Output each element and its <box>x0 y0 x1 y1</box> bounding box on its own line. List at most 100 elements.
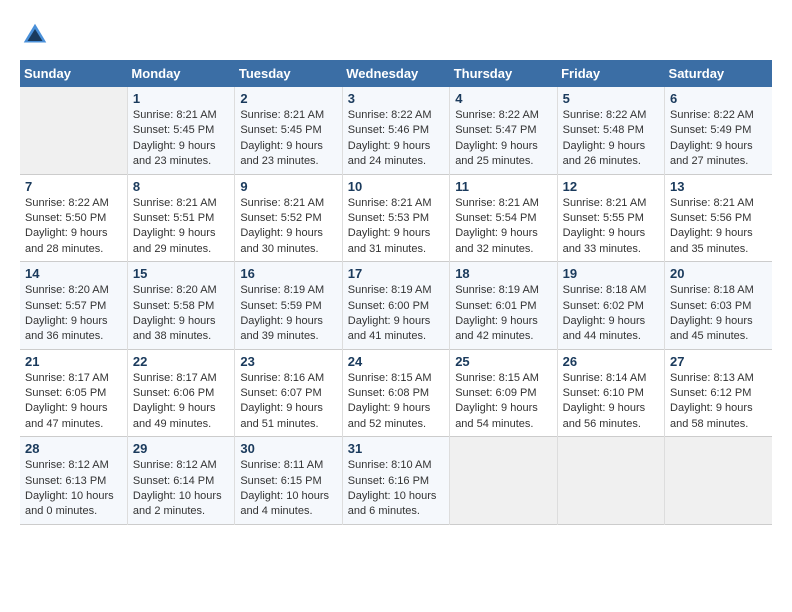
day-content: Sunrise: 8:22 AMSunset: 5:46 PMDaylight:… <box>348 108 444 170</box>
day-number: 15 <box>133 266 229 281</box>
day-content: Sunrise: 8:17 AMSunset: 6:05 PMDaylight:… <box>25 371 122 433</box>
day-cell <box>665 437 772 525</box>
day-cell: 9 Sunrise: 8:21 AMSunset: 5:52 PMDaylight… <box>235 174 342 262</box>
week-row-2: 7 Sunrise: 8:22 AMSunset: 5:50 PMDaylight… <box>20 174 772 262</box>
day-cell: 14Sunrise: 8:20 AMSunset: 5:57 PMDayligh… <box>20 262 127 350</box>
weekday-header-friday: Friday <box>557 60 664 87</box>
day-cell: 21 Sunrise: 8:17 AMSunset: 6:05 PMDayligh… <box>20 349 127 437</box>
weekday-header-wednesday: Wednesday <box>342 60 449 87</box>
day-number: 20 <box>670 266 767 281</box>
day-cell: 19 Sunrise: 8:18 AMSunset: 6:02 PMDayligh… <box>557 262 664 350</box>
day-cell: 4 Sunrise: 8:22 AMSunset: 5:47 PMDaylight… <box>450 87 557 174</box>
day-number: 2 <box>240 91 336 106</box>
day-cell: 3 Sunrise: 8:22 AMSunset: 5:46 PMDaylight… <box>342 87 449 174</box>
day-content: Sunrise: 8:16 AMSunset: 6:07 PMDaylight:… <box>240 371 336 433</box>
day-number: 31 <box>348 441 444 456</box>
day-content: Sunrise: 8:21 AMSunset: 5:56 PMDaylight:… <box>670 196 767 258</box>
weekday-header-sunday: Sunday <box>20 60 127 87</box>
day-number: 13 <box>670 179 767 194</box>
day-number: 21 <box>25 354 122 369</box>
day-content: Sunrise: 8:18 AMSunset: 6:02 PMDaylight:… <box>563 283 659 345</box>
day-number: 3 <box>348 91 444 106</box>
day-content: Sunrise: 8:21 AMSunset: 5:54 PMDaylight:… <box>455 196 551 258</box>
calendar-table: SundayMondayTuesdayWednesdayThursdayFrid… <box>20 60 772 525</box>
day-number: 5 <box>563 91 659 106</box>
day-cell: 13 Sunrise: 8:21 AMSunset: 5:56 PMDayligh… <box>665 174 772 262</box>
day-content: Sunrise: 8:21 AMSunset: 5:55 PMDaylight:… <box>563 196 659 258</box>
day-content: Sunrise: 8:21 AMSunset: 5:45 PMDaylight:… <box>133 108 229 170</box>
day-cell: 6 Sunrise: 8:22 AMSunset: 5:49 PMDaylight… <box>665 87 772 174</box>
day-cell <box>557 437 664 525</box>
day-cell: 29 Sunrise: 8:12 AMSunset: 6:14 PMDayligh… <box>127 437 234 525</box>
day-number: 30 <box>240 441 336 456</box>
day-number: 8 <box>133 179 229 194</box>
day-cell: 27Sunrise: 8:13 AMSunset: 6:12 PMDayligh… <box>665 349 772 437</box>
day-number: 27 <box>670 354 767 369</box>
day-cell: 28Sunrise: 8:12 AMSunset: 6:13 PMDayligh… <box>20 437 127 525</box>
day-cell: 25Sunrise: 8:15 AMSunset: 6:09 PMDayligh… <box>450 349 557 437</box>
page-header <box>20 20 772 50</box>
day-cell: 24Sunrise: 8:15 AMSunset: 6:08 PMDayligh… <box>342 349 449 437</box>
weekday-header-saturday: Saturday <box>665 60 772 87</box>
day-cell: 15 Sunrise: 8:20 AMSunset: 5:58 PMDayligh… <box>127 262 234 350</box>
day-content: Sunrise: 8:22 AMSunset: 5:48 PMDaylight:… <box>563 108 659 170</box>
week-row-3: 14Sunrise: 8:20 AMSunset: 5:57 PMDayligh… <box>20 262 772 350</box>
day-number: 19 <box>563 266 659 281</box>
week-row-5: 28Sunrise: 8:12 AMSunset: 6:13 PMDayligh… <box>20 437 772 525</box>
day-content: Sunrise: 8:11 AMSunset: 6:15 PMDaylight:… <box>240 458 336 520</box>
day-number: 16 <box>240 266 336 281</box>
day-cell: 31 Sunrise: 8:10 AMSunset: 6:16 PMDayligh… <box>342 437 449 525</box>
day-cell: 12 Sunrise: 8:21 AMSunset: 5:55 PMDayligh… <box>557 174 664 262</box>
logo-icon <box>20 20 50 50</box>
day-number: 10 <box>348 179 444 194</box>
day-content: Sunrise: 8:10 AMSunset: 6:16 PMDaylight:… <box>348 458 444 520</box>
day-cell: 10 Sunrise: 8:21 AMSunset: 5:53 PMDayligh… <box>342 174 449 262</box>
day-cell: 8 Sunrise: 8:21 AMSunset: 5:51 PMDaylight… <box>127 174 234 262</box>
day-number: 7 <box>25 179 122 194</box>
day-content: Sunrise: 8:21 AMSunset: 5:52 PMDaylight:… <box>240 196 336 258</box>
day-content: Sunrise: 8:15 AMSunset: 6:09 PMDaylight:… <box>455 371 551 433</box>
weekday-header-monday: Monday <box>127 60 234 87</box>
day-number: 11 <box>455 179 551 194</box>
day-content: Sunrise: 8:21 AMSunset: 5:51 PMDaylight:… <box>133 196 229 258</box>
week-row-4: 21 Sunrise: 8:17 AMSunset: 6:05 PMDayligh… <box>20 349 772 437</box>
day-cell: 22Sunrise: 8:17 AMSunset: 6:06 PMDayligh… <box>127 349 234 437</box>
day-number: 4 <box>455 91 551 106</box>
day-content: Sunrise: 8:22 AMSunset: 5:50 PMDaylight:… <box>25 196 122 258</box>
day-cell: 26Sunrise: 8:14 AMSunset: 6:10 PMDayligh… <box>557 349 664 437</box>
day-cell <box>450 437 557 525</box>
day-content: Sunrise: 8:18 AMSunset: 6:03 PMDaylight:… <box>670 283 767 345</box>
day-cell: 5 Sunrise: 8:22 AMSunset: 5:48 PMDaylight… <box>557 87 664 174</box>
day-content: Sunrise: 8:22 AMSunset: 5:49 PMDaylight:… <box>670 108 767 170</box>
day-number: 29 <box>133 441 229 456</box>
day-number: 28 <box>25 441 122 456</box>
logo <box>20 20 54 50</box>
weekday-header-tuesday: Tuesday <box>235 60 342 87</box>
day-content: Sunrise: 8:19 AMSunset: 6:00 PMDaylight:… <box>348 283 444 345</box>
day-content: Sunrise: 8:20 AMSunset: 5:57 PMDaylight:… <box>25 283 122 345</box>
day-cell <box>20 87 127 174</box>
day-cell: 2 Sunrise: 8:21 AMSunset: 5:45 PMDaylight… <box>235 87 342 174</box>
day-cell: 23 Sunrise: 8:16 AMSunset: 6:07 PMDayligh… <box>235 349 342 437</box>
day-content: Sunrise: 8:12 AMSunset: 6:14 PMDaylight:… <box>133 458 229 520</box>
week-row-1: 1 Sunrise: 8:21 AMSunset: 5:45 PMDaylight… <box>20 87 772 174</box>
day-cell: 18Sunrise: 8:19 AMSunset: 6:01 PMDayligh… <box>450 262 557 350</box>
day-number: 23 <box>240 354 336 369</box>
weekday-header-row: SundayMondayTuesdayWednesdayThursdayFrid… <box>20 60 772 87</box>
day-cell: 17Sunrise: 8:19 AMSunset: 6:00 PMDayligh… <box>342 262 449 350</box>
day-number: 24 <box>348 354 444 369</box>
day-content: Sunrise: 8:19 AMSunset: 5:59 PMDaylight:… <box>240 283 336 345</box>
day-number: 12 <box>563 179 659 194</box>
day-cell: 20 Sunrise: 8:18 AMSunset: 6:03 PMDayligh… <box>665 262 772 350</box>
day-content: Sunrise: 8:20 AMSunset: 5:58 PMDaylight:… <box>133 283 229 345</box>
day-cell: 7 Sunrise: 8:22 AMSunset: 5:50 PMDaylight… <box>20 174 127 262</box>
day-content: Sunrise: 8:21 AMSunset: 5:53 PMDaylight:… <box>348 196 444 258</box>
day-number: 26 <box>563 354 659 369</box>
day-number: 18 <box>455 266 551 281</box>
day-number: 1 <box>133 91 229 106</box>
day-number: 6 <box>670 91 767 106</box>
day-content: Sunrise: 8:21 AMSunset: 5:45 PMDaylight:… <box>240 108 336 170</box>
day-content: Sunrise: 8:22 AMSunset: 5:47 PMDaylight:… <box>455 108 551 170</box>
day-number: 9 <box>240 179 336 194</box>
day-cell: 11 Sunrise: 8:21 AMSunset: 5:54 PMDayligh… <box>450 174 557 262</box>
